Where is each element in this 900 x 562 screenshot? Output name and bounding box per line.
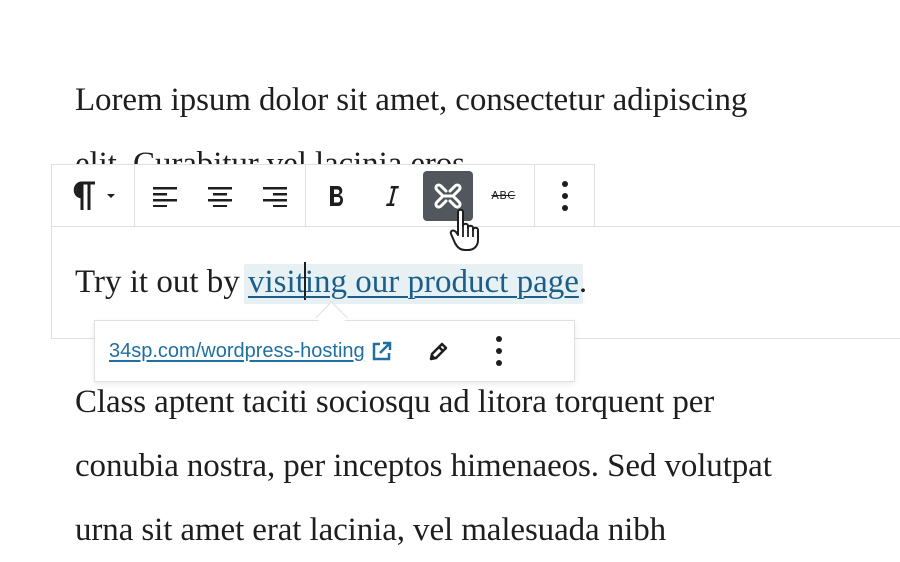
link-more-button[interactable] bbox=[477, 329, 521, 373]
paragraph-link-text-a: visit bbox=[248, 264, 305, 300]
paragraph-3[interactable]: Class aptent taciti sociosqu ad litora t… bbox=[75, 370, 772, 562]
align-left-button[interactable] bbox=[140, 171, 190, 221]
bold-icon bbox=[329, 185, 343, 206]
align-center-button[interactable] bbox=[195, 171, 245, 221]
italic-button[interactable] bbox=[367, 171, 417, 221]
more-options-button[interactable] bbox=[540, 171, 590, 221]
external-link-icon bbox=[372, 341, 391, 361]
link-url-text: 34sp.com/wordpress-hosting bbox=[109, 339, 365, 362]
paragraph-link-text-b: ing our product page bbox=[304, 264, 579, 300]
paragraph-icon bbox=[73, 181, 95, 210]
more-vertical-icon bbox=[561, 180, 568, 211]
block-type-switcher[interactable] bbox=[60, 171, 126, 221]
edit-link-button[interactable] bbox=[417, 329, 461, 373]
align-right-button[interactable] bbox=[250, 171, 300, 221]
align-center-icon bbox=[208, 186, 232, 207]
more-group bbox=[535, 165, 594, 226]
hand-pointer-cursor-icon bbox=[449, 208, 479, 251]
alignment-group bbox=[135, 165, 306, 226]
more-vertical-icon bbox=[495, 336, 502, 366]
pencil-icon bbox=[429, 342, 447, 361]
align-right-icon bbox=[263, 186, 287, 207]
align-left-icon bbox=[153, 186, 177, 207]
paragraph-2-text-before: Try it out by bbox=[75, 264, 248, 300]
link-url[interactable]: 34sp.com/wordpress-hosting bbox=[109, 340, 393, 363]
paragraph-2-text-after: . bbox=[578, 264, 588, 300]
block-toolbar: ABC bbox=[51, 164, 595, 227]
paragraph-link[interactable]: visiting our product page bbox=[244, 262, 583, 304]
chevron-down-icon bbox=[107, 193, 115, 198]
formatting-group: ABC bbox=[306, 165, 535, 226]
italic-icon bbox=[386, 185, 400, 206]
paragraph-3-line-3: urna sit amet erat lacinia, vel malesuad… bbox=[75, 512, 666, 548]
block-type-group bbox=[52, 165, 135, 226]
paragraph-3-line-2: conubia nostra, per inceptos himenaeos. … bbox=[75, 448, 772, 484]
paragraph-1-line-1: Lorem ipsum dolor sit amet, consectetur … bbox=[75, 82, 748, 118]
bold-button[interactable] bbox=[312, 171, 362, 221]
strikethrough-icon: ABC bbox=[491, 189, 516, 202]
